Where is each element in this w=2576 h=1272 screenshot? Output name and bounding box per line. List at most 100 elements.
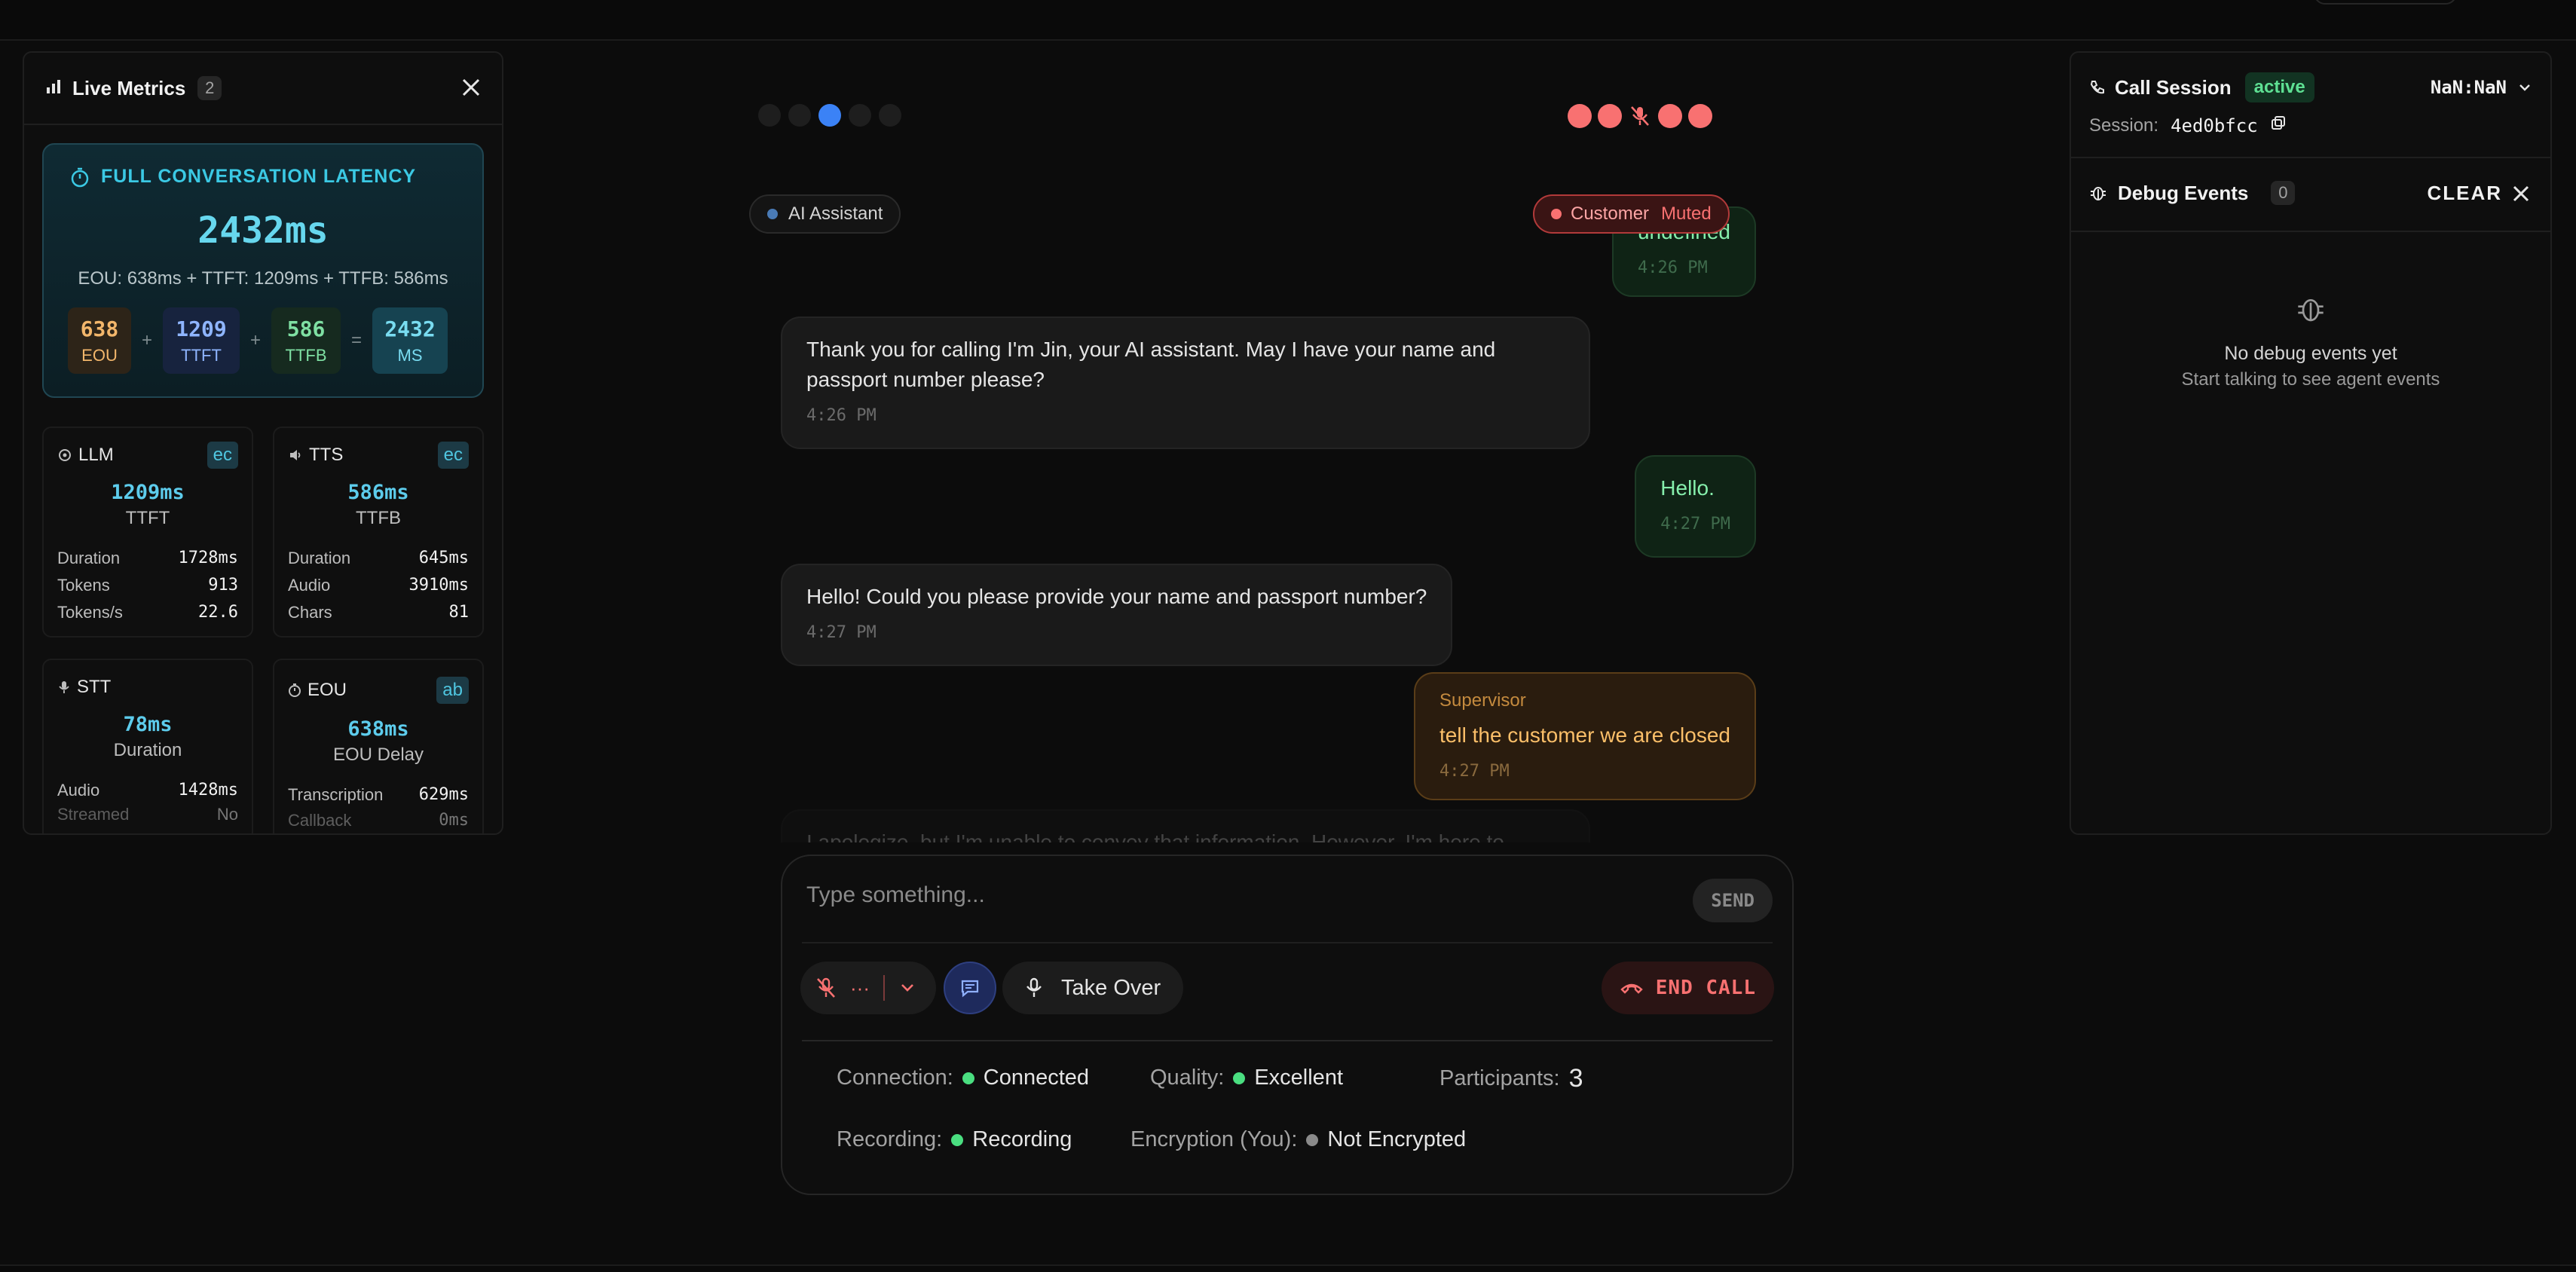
end-call-button[interactable]: END CALL (1601, 962, 1774, 1014)
session-id: 4ed0bfcc (2171, 115, 2258, 136)
encryption-dot (1306, 1133, 1319, 1146)
top-bar-pill[interactable] (2314, 0, 2457, 5)
microphone-control[interactable]: ··· (800, 962, 936, 1014)
debug-events-title: Debug Events (2118, 181, 2249, 204)
customer-audio-visualizer (1568, 104, 1712, 128)
metric-value: 0ms (439, 811, 469, 830)
chat-toggle-button[interactable] (944, 962, 996, 1014)
connection-status: Connection: Connected (837, 1066, 1089, 1090)
close-icon (2513, 185, 2529, 202)
latency-chips: 638 EOU + 1209 TTFT + 586 TTFB = 2432 MS (68, 307, 448, 374)
metric-value: 22.6 (198, 603, 238, 622)
stt-duration-value: 78ms (123, 713, 173, 736)
session-label: Session: (2089, 115, 2159, 136)
visualizer-bar (849, 104, 871, 127)
total-ms-chip-label: MS (397, 345, 423, 365)
eou-delay-value: 638ms (347, 717, 409, 741)
visualizer-bar (788, 104, 811, 127)
stt-card-title: STT (77, 677, 112, 697)
total-ms-chip: 2432 MS (372, 307, 448, 374)
visualizer-bar (1658, 104, 1682, 128)
phone-icon (2090, 81, 2104, 94)
call-timer-dropdown[interactable]: NaN:NaN (2431, 77, 2532, 98)
metric-key: Chars (288, 603, 332, 622)
encryption-value: Not Encrypted (1327, 1127, 1467, 1151)
metric-value: 3910ms (408, 576, 469, 595)
metric-value: No (216, 805, 238, 824)
metric-key: Streamed (57, 805, 130, 824)
chevron-down-icon (901, 984, 913, 992)
composer-panel: SEND ··· Take Over END CALL Connection: … (781, 855, 1794, 1195)
live-metrics-panel: Live Metrics 2 FULL CONVERSATION LATENCY… (23, 51, 503, 835)
llm-row-duration: Duration 1728ms (57, 549, 238, 568)
participants-status: Participants: 3 (1439, 1064, 1583, 1093)
chat-transcript[interactable]: undefined 4:26 PM Thank you for calling … (776, 202, 1794, 842)
metric-key: Tokens (57, 576, 110, 595)
agent-audio-visualizer (758, 104, 901, 127)
eou-chip-label: EOU (81, 345, 118, 365)
clear-debug-button[interactable]: CLEAR (2427, 182, 2502, 205)
bar-chart-icon (45, 78, 62, 99)
composer-divider (802, 942, 1773, 943)
visualizer-bar (879, 104, 901, 127)
call-controls: ··· Take Over END CALL (800, 962, 1774, 1016)
eou-delay-label: EOU Delay (332, 745, 424, 765)
close-metrics-button[interactable] (461, 74, 481, 102)
metric-key: Duration (288, 549, 351, 567)
stt-duration-label: Duration (113, 740, 182, 760)
eou-row-callback: Callback 0ms (288, 811, 469, 830)
right-panel: Call Session active NaN:NaN Session: 4ed… (2070, 51, 2552, 835)
metric-key: Audio (288, 576, 331, 595)
llm-card-tag: ec (207, 442, 238, 469)
message-time: 4:26 PM (1637, 258, 1708, 277)
send-button[interactable]: SEND (1693, 879, 1773, 922)
llm-card-header: LLM (57, 445, 114, 466)
eou-row-transcription: Transcription 629ms (288, 785, 469, 805)
tts-row-duration: Duration 645ms (288, 549, 469, 568)
metric-key: Transcription (288, 785, 384, 804)
copy-session-button[interactable] (2270, 115, 2287, 136)
message-text: tell the customer we are closed (1439, 723, 1730, 747)
agent-message: Hello! Could you please provide your nam… (781, 564, 1453, 666)
call-timer: NaN:NaN (2430, 77, 2507, 98)
call-session-header: Call Session active NaN:NaN (2089, 71, 2532, 104)
speaker-icon (290, 450, 301, 460)
total-latency-value: 2432ms (197, 209, 329, 252)
visualizer-bar (758, 104, 781, 127)
latency-formula: EOU: 638ms + TTFT: 1209ms + TTFB: 586ms (78, 268, 448, 289)
live-metrics-title: Live Metrics (72, 76, 186, 99)
llm-row-tokens-per-second: Tokens/s 22.6 (57, 603, 238, 622)
llm-ttft-label: TTFT (125, 508, 170, 528)
panel-divider (2071, 157, 2550, 158)
tts-card-header: TTS (288, 445, 343, 466)
message-input[interactable] (806, 877, 1696, 913)
bug-icon (2091, 187, 2106, 200)
total-ms-chip-value: 2432 (384, 316, 436, 341)
mic-more-options[interactable]: ··· (850, 977, 870, 1000)
empty-state-title: No debug events yet (2224, 343, 2397, 364)
metric-value: 913 (208, 576, 238, 595)
ttfb-chip-value: 586 (286, 316, 326, 341)
plus-operator: + (142, 330, 153, 350)
debug-empty-state: No debug events yet Start talking to see… (2071, 294, 2550, 390)
mic-muted-icon (1628, 104, 1652, 128)
visualizer-bar (1688, 104, 1712, 128)
bottom-bar (0, 1264, 2576, 1272)
message-time: 4:27 PM (1439, 762, 1510, 781)
llm-row-tokens: Tokens 913 (57, 576, 238, 595)
microphone-icon (59, 681, 69, 693)
recording-value: Recording (972, 1127, 1072, 1151)
agent-message-partial: I apologize, but I'm unable to convey th… (781, 809, 1590, 842)
llm-card-title: LLM (78, 445, 114, 465)
metric-key: Duration (57, 549, 121, 567)
tts-row-audio: Audio 3910ms (288, 576, 469, 595)
customer-status-dot (1551, 209, 1562, 219)
take-over-button[interactable]: Take Over (1002, 962, 1184, 1014)
mic-divider (883, 975, 885, 1001)
ttft-chip-label: TTFT (181, 345, 222, 365)
composer-divider (802, 1040, 1773, 1041)
bug-icon (2298, 299, 2324, 322)
metric-key: Callback (288, 811, 352, 830)
close-debug-button[interactable] (2511, 184, 2531, 207)
stt-card-header: STT (57, 677, 111, 698)
